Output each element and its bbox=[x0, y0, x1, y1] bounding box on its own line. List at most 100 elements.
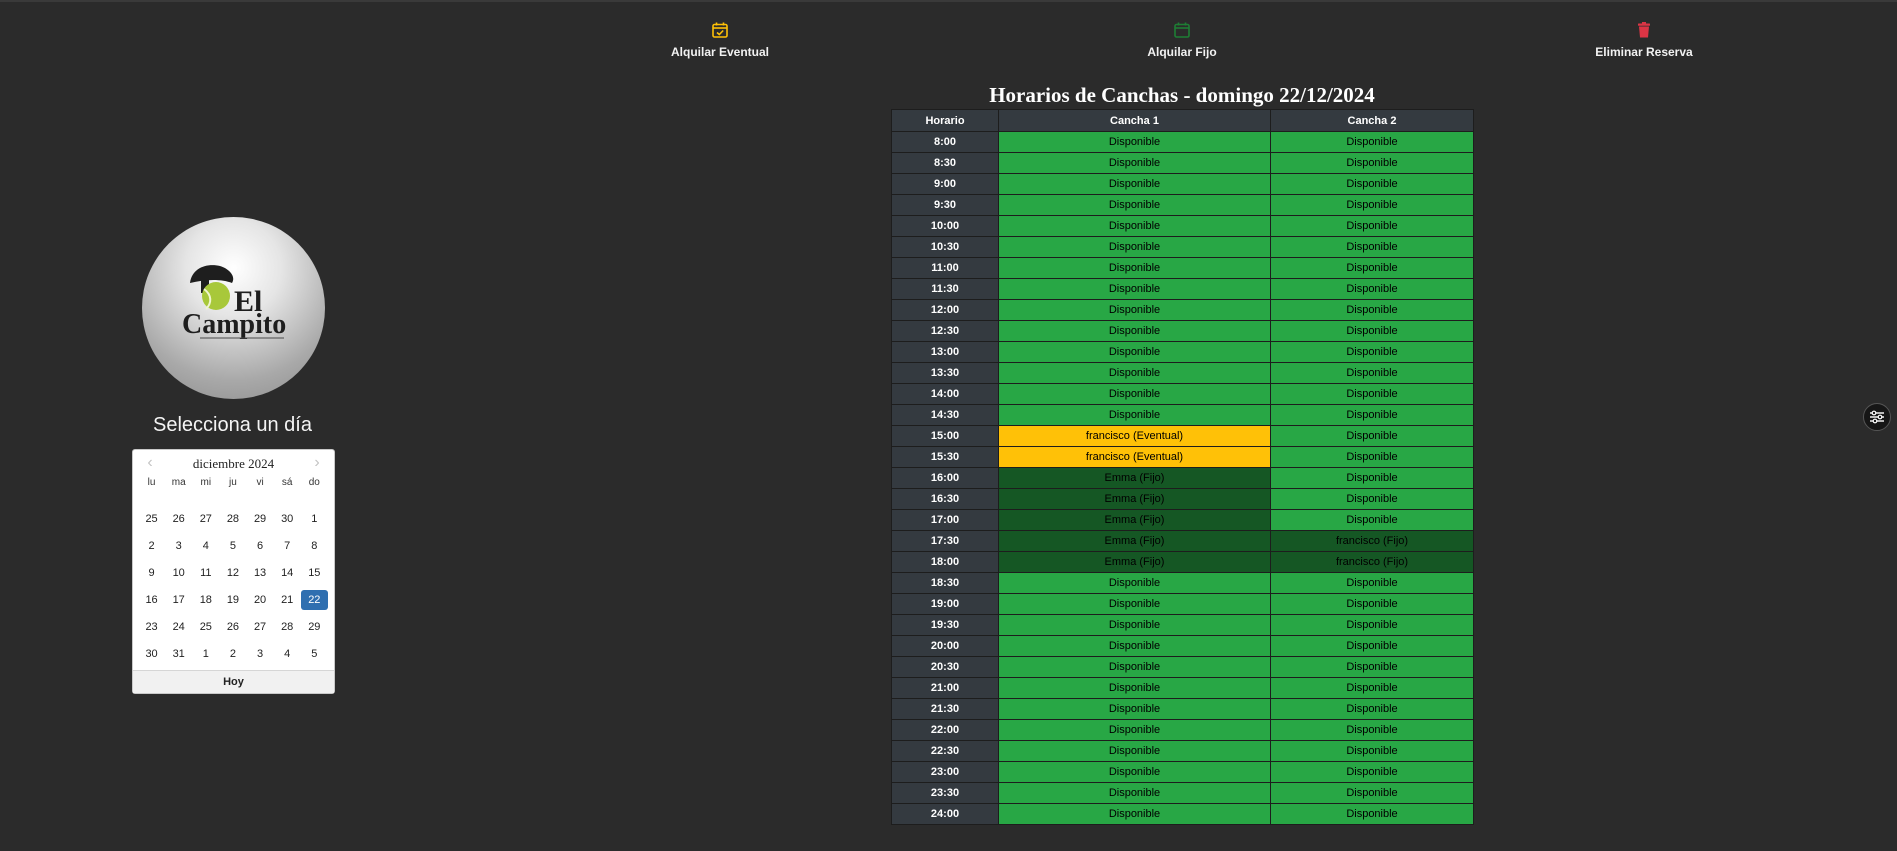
cancha-1-slot[interactable]: Emma (Fijo) bbox=[998, 509, 1271, 531]
cancha-2-slot[interactable]: Disponible bbox=[1270, 488, 1474, 510]
cancha-1-slot[interactable]: Disponible bbox=[998, 194, 1271, 216]
cancha-2-slot[interactable]: francisco (Fijo) bbox=[1270, 551, 1474, 573]
calendar-day[interactable]: 23 bbox=[138, 616, 165, 643]
cancha-1-slot[interactable]: Disponible bbox=[998, 719, 1271, 741]
cancha-1-slot[interactable]: Disponible bbox=[998, 131, 1271, 153]
calendar-day[interactable]: 8 bbox=[301, 535, 328, 562]
calendar-day[interactable]: 11 bbox=[192, 562, 219, 589]
cancha-1-slot[interactable]: Disponible bbox=[998, 152, 1271, 174]
calendar-day-selected[interactable]: 22 bbox=[300, 590, 328, 610]
cancha-2-slot[interactable]: Disponible bbox=[1270, 257, 1474, 279]
cancha-1-slot[interactable]: Disponible bbox=[998, 320, 1271, 342]
cancha-1-slot[interactable]: Disponible bbox=[998, 656, 1271, 678]
cancha-1-slot[interactable]: Disponible bbox=[998, 173, 1271, 195]
cancha-2-slot[interactable]: Disponible bbox=[1270, 194, 1474, 216]
cancha-2-slot[interactable]: Disponible bbox=[1270, 782, 1474, 804]
calendar-day[interactable]: 28 bbox=[274, 616, 301, 643]
calendar-day[interactable]: 1 bbox=[301, 508, 328, 535]
calendar-day[interactable]: 3 bbox=[247, 643, 274, 670]
calendar-day[interactable]: 25 bbox=[192, 616, 219, 643]
cancha-2-slot[interactable]: Disponible bbox=[1270, 362, 1474, 384]
alquilar-eventual-button[interactable]: Alquilar Eventual bbox=[630, 21, 810, 61]
cancha-1-slot[interactable]: Emma (Fijo) bbox=[998, 551, 1271, 573]
cancha-2-slot[interactable]: Disponible bbox=[1270, 320, 1474, 342]
cancha-2-slot[interactable]: Disponible bbox=[1270, 803, 1474, 825]
cancha-2-slot[interactable]: Disponible bbox=[1270, 383, 1474, 405]
calendar-day[interactable]: 4 bbox=[274, 643, 301, 670]
calendar-day[interactable]: 3 bbox=[165, 535, 192, 562]
cancha-2-slot[interactable]: Disponible bbox=[1270, 719, 1474, 741]
cancha-1-slot[interactable]: Disponible bbox=[998, 740, 1271, 762]
calendar-day[interactable]: 30 bbox=[138, 643, 165, 670]
calendar-day[interactable]: 27 bbox=[247, 616, 274, 643]
cancha-1-slot[interactable]: Disponible bbox=[998, 383, 1271, 405]
cancha-1-slot[interactable]: Disponible bbox=[998, 257, 1271, 279]
calendar-day[interactable]: 12 bbox=[219, 562, 246, 589]
calendar-day[interactable]: 2 bbox=[138, 535, 165, 562]
calendar-day[interactable]: 5 bbox=[219, 535, 246, 562]
cancha-2-slot[interactable]: Disponible bbox=[1270, 761, 1474, 783]
cancha-2-slot[interactable]: Disponible bbox=[1270, 467, 1474, 489]
calendar-day[interactable]: 29 bbox=[301, 616, 328, 643]
cancha-2-slot[interactable]: Disponible bbox=[1270, 215, 1474, 237]
calendar-day[interactable]: 27 bbox=[192, 508, 219, 535]
calendar-day[interactable]: 9 bbox=[138, 562, 165, 589]
calendar-day[interactable]: 24 bbox=[165, 616, 192, 643]
cancha-1-slot[interactable]: Disponible bbox=[998, 593, 1271, 615]
cancha-2-slot[interactable]: Disponible bbox=[1270, 173, 1474, 195]
calendar-day[interactable]: 19 bbox=[219, 589, 246, 616]
alquilar-fijo-button[interactable]: Alquilar Fijo bbox=[1092, 21, 1272, 61]
cancha-2-slot[interactable]: Disponible bbox=[1270, 425, 1474, 447]
calendar-day[interactable]: 4 bbox=[192, 535, 219, 562]
cancha-2-slot[interactable]: Disponible bbox=[1270, 236, 1474, 258]
cancha-2-slot[interactable]: Disponible bbox=[1270, 278, 1474, 300]
calendar-day[interactable]: 20 bbox=[247, 589, 274, 616]
cancha-2-slot[interactable]: francisco (Fijo) bbox=[1270, 530, 1474, 552]
calendar-day[interactable]: 29 bbox=[247, 508, 274, 535]
cancha-2-slot[interactable]: Disponible bbox=[1270, 299, 1474, 321]
cancha-1-slot[interactable]: Disponible bbox=[998, 215, 1271, 237]
today-button[interactable]: Hoy bbox=[133, 670, 334, 693]
cancha-2-slot[interactable]: Disponible bbox=[1270, 635, 1474, 657]
cancha-2-slot[interactable]: Disponible bbox=[1270, 656, 1474, 678]
cancha-2-slot[interactable]: Disponible bbox=[1270, 740, 1474, 762]
cancha-2-slot[interactable]: Disponible bbox=[1270, 446, 1474, 468]
calendar-day[interactable]: 7 bbox=[274, 535, 301, 562]
calendar-day[interactable]: 16 bbox=[138, 589, 165, 616]
cancha-1-slot[interactable]: Disponible bbox=[998, 341, 1271, 363]
cancha-2-slot[interactable]: Disponible bbox=[1270, 572, 1474, 594]
calendar-day[interactable]: 25 bbox=[138, 508, 165, 535]
cancha-1-slot[interactable]: Disponible bbox=[998, 299, 1271, 321]
calendar-day[interactable]: 5 bbox=[301, 643, 328, 670]
cancha-1-slot[interactable]: Disponible bbox=[998, 782, 1271, 804]
calendar-day[interactable]: 2 bbox=[219, 643, 246, 670]
calendar-day[interactable]: 18 bbox=[192, 589, 219, 616]
cancha-1-slot[interactable]: francisco (Eventual) bbox=[998, 425, 1271, 447]
calendar-day[interactable]: 10 bbox=[165, 562, 192, 589]
cancha-1-slot[interactable]: Disponible bbox=[998, 803, 1271, 825]
cancha-1-slot[interactable]: Emma (Fijo) bbox=[998, 488, 1271, 510]
next-month-chevron-icon[interactable]: › bbox=[308, 454, 326, 472]
calendar-day[interactable]: 15 bbox=[301, 562, 328, 589]
calendar-day[interactable]: 28 bbox=[219, 508, 246, 535]
cancha-2-slot[interactable]: Disponible bbox=[1270, 509, 1474, 531]
cancha-1-slot[interactable]: Disponible bbox=[998, 677, 1271, 699]
cancha-2-slot[interactable]: Disponible bbox=[1270, 341, 1474, 363]
cancha-2-slot[interactable]: Disponible bbox=[1270, 677, 1474, 699]
cancha-1-slot[interactable]: francisco (Eventual) bbox=[998, 446, 1271, 468]
calendar-day[interactable]: 26 bbox=[165, 508, 192, 535]
eliminar-reserva-button[interactable]: Eliminar Reserva bbox=[1554, 21, 1734, 61]
cancha-1-slot[interactable]: Disponible bbox=[998, 404, 1271, 426]
calendar-day[interactable]: 21 bbox=[274, 589, 301, 616]
calendar-day[interactable]: 30 bbox=[274, 508, 301, 535]
cancha-1-slot[interactable]: Disponible bbox=[998, 278, 1271, 300]
cancha-2-slot[interactable]: Disponible bbox=[1270, 698, 1474, 720]
calendar-day[interactable]: 31 bbox=[165, 643, 192, 670]
cancha-1-slot[interactable]: Disponible bbox=[998, 761, 1271, 783]
cancha-1-slot[interactable]: Emma (Fijo) bbox=[998, 530, 1271, 552]
cancha-1-slot[interactable]: Disponible bbox=[998, 236, 1271, 258]
cancha-1-slot[interactable]: Disponible bbox=[998, 614, 1271, 636]
settings-sliders-button[interactable] bbox=[1863, 403, 1891, 431]
cancha-1-slot[interactable]: Emma (Fijo) bbox=[998, 467, 1271, 489]
cancha-2-slot[interactable]: Disponible bbox=[1270, 131, 1474, 153]
